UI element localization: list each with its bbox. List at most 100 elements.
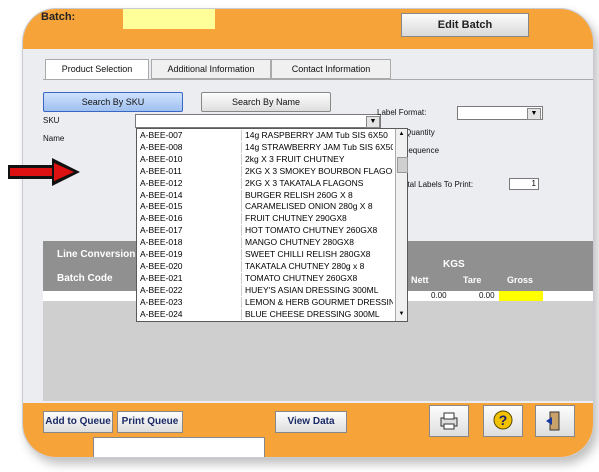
tab-product-selection[interactable]: Product Selection: [45, 59, 149, 80]
exit-icon[interactable]: [535, 405, 575, 437]
product-name: 2KG X 3 SMOKEY BOURBON FLAGONS: [245, 165, 393, 176]
column-divider: [241, 153, 242, 165]
column-divider: [241, 237, 242, 249]
list-item[interactable]: A-BEE-008 14g STRAWBERRY JAM Tub SIS 6X50: [137, 141, 395, 153]
sku-code: A-BEE-023: [140, 296, 183, 307]
product-name: LEMON & HERB GOURMET DRESSING: [245, 296, 393, 307]
product-name: BURGER RELISH 260G X 8: [245, 189, 353, 200]
product-name: MANGO CHUTNEY 280GX8: [245, 237, 354, 248]
nett-value: 0.00: [431, 291, 447, 300]
sku-code: A-BEE-014: [140, 189, 183, 200]
column-divider: [241, 213, 242, 225]
dropdown-scrollbar[interactable]: ▲ ▼: [395, 129, 408, 321]
product-name: TOMATO CHUTNEY 260GX8: [245, 272, 358, 283]
scroll-thumb[interactable]: [397, 157, 408, 173]
column-divider: [241, 225, 242, 237]
sku-code: A-BEE-008: [140, 141, 183, 152]
list-item[interactable]: A-BEE-017 HOT TOMATO CHUTNEY 260GX8: [137, 225, 395, 237]
product-name: 14g STRAWBERRY JAM Tub SIS 6X50: [245, 141, 393, 152]
sku-code: A-BEE-017: [140, 225, 183, 236]
sku-code: A-BEE-021: [140, 272, 183, 283]
sku-code: A-BEE-020: [140, 260, 183, 271]
list-item[interactable]: A-BEE-021 TOMATO CHUTNEY 260GX8: [137, 272, 395, 284]
sku-code: A-BEE-011: [140, 165, 182, 176]
column-divider: [241, 284, 242, 296]
column-divider: [241, 249, 242, 260]
label-format-label: Label Format:: [377, 108, 427, 117]
sku-code: A-BEE-019: [140, 249, 183, 259]
list-item[interactable]: A-BEE-018 MANGO CHUTNEY 280GX8: [137, 237, 395, 249]
column-divider: [241, 130, 242, 141]
list-item[interactable]: A-BEE-022 HUEY'S ASIAN DRESSING 300ML: [137, 284, 395, 296]
product-name: HOT TOMATO CHUTNEY 260GX8: [245, 225, 378, 236]
sku-combobox[interactable]: [135, 114, 381, 128]
list-item[interactable]: A-BEE-019 SWEET CHILLI RELISH 280GX8: [137, 249, 395, 260]
column-divider: [241, 296, 242, 308]
list-item[interactable]: A-BEE-014 BURGER RELISH 260G X 8: [137, 189, 395, 201]
tare-header: Tare: [463, 275, 482, 285]
column-divider: [241, 177, 242, 189]
line-conversion-label: Line Conversion:: [57, 249, 139, 260]
list-item[interactable]: A-BEE-015 CARAMELISED ONION 280g X 8: [137, 201, 395, 213]
sku-dropdown-list[interactable]: ▲ ▼ A-BEE-007 14g RASPBERRY JAM Tub SIS 6…: [136, 128, 408, 322]
gross-header: Gross: [507, 275, 534, 285]
list-item[interactable]: A-BEE-010 2kg X 3 FRUIT CHUTNEY: [137, 153, 395, 165]
sku-code: A-BEE-015: [140, 201, 183, 212]
sku-code: A-BEE-012: [140, 177, 183, 188]
product-name: 2KG X 3 TAKATALA FLAGONS: [245, 177, 364, 188]
batch-field[interactable]: [123, 9, 215, 29]
print-queue-button[interactable]: Print Queue: [117, 411, 183, 433]
edit-batch-button[interactable]: Edit Batch: [401, 13, 529, 37]
product-name: HUEY'S ASIAN DRESSING 300ML: [245, 284, 379, 295]
queue-field[interactable]: [93, 437, 265, 457]
batch-code-header: Batch Code: [57, 273, 113, 284]
sku-code: A-BEE-018: [140, 237, 183, 248]
list-item[interactable]: A-BEE-012 2KG X 3 TAKATALA FLAGONS: [137, 177, 395, 189]
add-to-queue-button[interactable]: Add to Queue: [43, 411, 113, 433]
search-by-name-button[interactable]: Search By Name: [201, 92, 331, 112]
column-divider: [241, 260, 242, 272]
product-name: TAKATALA CHUTNEY 280g x 8: [245, 260, 365, 271]
kgs-header: KGS: [443, 259, 465, 270]
list-item[interactable]: A-BEE-024 BLUE CHEESE DRESSING 300ML: [137, 308, 395, 320]
column-divider: [241, 201, 242, 213]
help-icon[interactable]: ?: [483, 405, 523, 437]
column-divider: [241, 165, 242, 177]
batch-label: Batch:: [41, 11, 76, 23]
list-item[interactable]: A-BEE-020 TAKATALA CHUTNEY 280g x 8: [137, 260, 395, 272]
list-item[interactable]: A-BEE-011 2KG X 3 SMOKEY BOURBON FLAGONS: [137, 165, 395, 177]
product-name: FRUIT CHUTNEY 290GX8: [245, 213, 347, 224]
name-label: Name: [43, 134, 65, 143]
chevron-down-icon[interactable]: ▼: [366, 116, 380, 128]
gross-cell[interactable]: [499, 291, 543, 301]
column-divider: [241, 189, 242, 201]
column-divider: [241, 272, 242, 284]
sku-code: A-BEE-016: [140, 213, 183, 224]
tare-value: 0.00: [479, 291, 495, 300]
svg-text:?: ?: [499, 412, 508, 428]
list-item[interactable]: A-BEE-007 14g RASPBERRY JAM Tub SIS 6X50: [137, 130, 395, 141]
top-bar: Batch: Edit Batch: [23, 9, 593, 49]
total-labels-label: Total Labels To Print:: [399, 180, 474, 189]
total-labels-input[interactable]: 1: [509, 178, 539, 190]
list-item[interactable]: A-BEE-016 FRUIT CHUTNEY 290GX8: [137, 213, 395, 225]
chevron-down-icon[interactable]: ▼: [527, 108, 541, 120]
tab-additional-information[interactable]: Additional Information: [151, 59, 271, 79]
scroll-down-icon[interactable]: ▼: [397, 310, 406, 318]
product-name: 14g RASPBERRY JAM Tub SIS 6X50: [245, 130, 388, 140]
product-name: SWEET CHILLI RELISH 280GX8: [245, 249, 371, 259]
sku-code: A-BEE-022: [140, 284, 183, 295]
red-arrow-annotation: [8, 158, 80, 191]
quantity-label: Quantity: [405, 128, 435, 137]
printer-icon[interactable]: [429, 405, 469, 437]
sku-label: SKU: [43, 116, 60, 125]
product-name: BLUE CHEESE DRESSING 300ML: [245, 308, 380, 319]
scroll-up-icon[interactable]: ▲: [397, 130, 406, 138]
view-data-button[interactable]: View Data: [275, 411, 347, 433]
product-name: CARAMELISED ONION 280g X 8: [245, 201, 373, 212]
search-by-sku-button[interactable]: Search By SKU: [43, 92, 183, 112]
sku-code: A-BEE-024: [140, 308, 183, 319]
list-item[interactable]: A-BEE-023 LEMON & HERB GOURMET DRESSING: [137, 296, 395, 308]
sequence-label: Sequence: [403, 146, 440, 155]
tab-contact-information[interactable]: Contact Information: [271, 59, 391, 79]
